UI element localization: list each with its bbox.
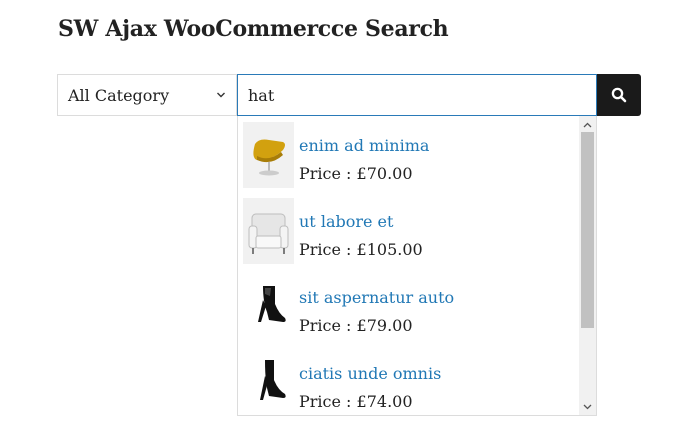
product-thumbnail [243, 198, 294, 264]
scrollbar-thumb[interactable] [581, 132, 594, 328]
search-button[interactable] [597, 74, 641, 116]
category-select[interactable]: All Category [57, 74, 237, 116]
search-icon [611, 87, 627, 103]
result-item[interactable]: enim ad minima Price : £70.00 [243, 122, 573, 192]
chevron-down-icon [217, 92, 225, 98]
result-price: Price : £79.00 [299, 316, 413, 335]
result-name: ut labore et [299, 212, 394, 231]
results-scrollbar[interactable] [579, 116, 596, 415]
scroll-down-arrow-icon[interactable] [579, 400, 596, 414]
search-results-dropdown: enim ad minima Price : £70.00 ut labore … [237, 116, 597, 416]
yellow-lounge-chair-icon [253, 139, 285, 176]
result-name: enim ad minima [299, 136, 430, 155]
result-item[interactable]: ciatis unde omnis Price : £74.00 [243, 350, 573, 415]
result-name: ciatis unde omnis [299, 364, 442, 383]
scroll-up-arrow-icon[interactable] [579, 118, 596, 132]
search-input[interactable] [237, 74, 597, 116]
product-thumbnail [243, 122, 294, 188]
result-price: Price : £74.00 [299, 392, 413, 411]
page-title: SW Ajax WooCommercce Search [58, 16, 449, 42]
result-item[interactable]: ut labore et Price : £105.00 [243, 198, 573, 268]
result-price: Price : £70.00 [299, 164, 413, 183]
product-thumbnail [243, 350, 294, 415]
product-thumbnail [243, 274, 294, 340]
result-name: sit aspernatur auto [299, 288, 455, 307]
category-select-value: All Category [68, 86, 170, 105]
result-item[interactable]: sit aspernatur auto Price : £79.00 [243, 274, 573, 344]
result-price: Price : £105.00 [299, 240, 423, 259]
black-heeled-bootie-icon [260, 360, 286, 400]
black-heeled-bootie-icon [258, 286, 286, 322]
white-armchair-icon [248, 213, 289, 254]
